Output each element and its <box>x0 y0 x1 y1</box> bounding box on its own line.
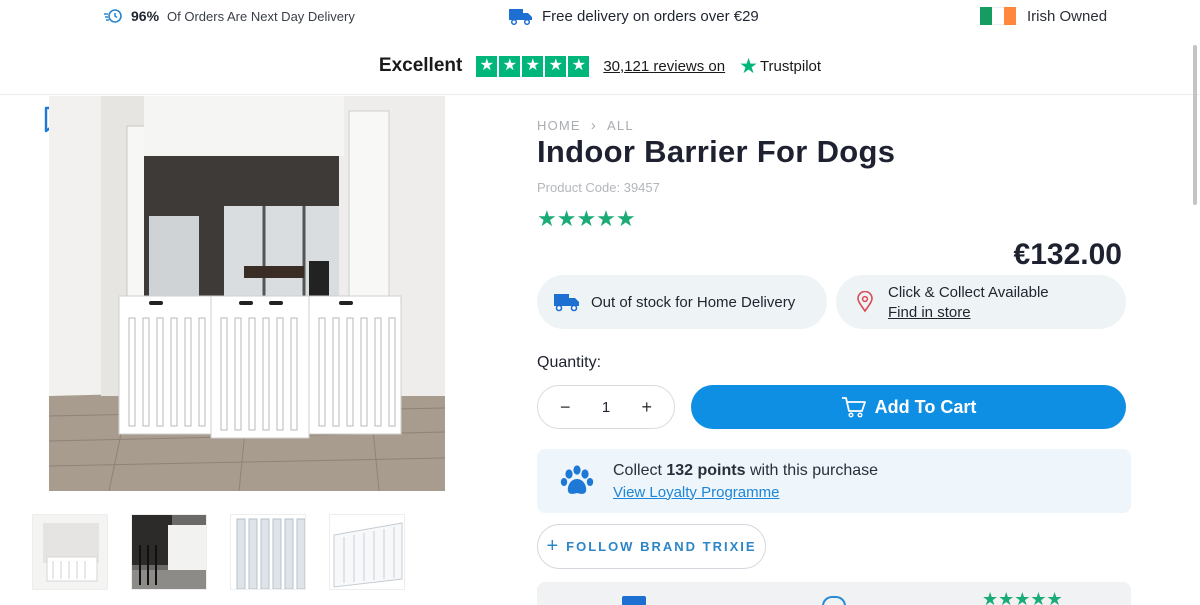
next-day-text: Of Orders Are Next Day Delivery <box>167 8 355 24</box>
truck-icon <box>509 9 532 25</box>
add-to-cart-label: Add To Cart <box>874 396 977 417</box>
location-pin-icon <box>857 291 873 313</box>
find-in-store-link[interactable]: Find in store <box>888 304 1049 321</box>
truck-icon <box>622 596 646 605</box>
loyalty-suffix: with this purchase <box>749 461 879 479</box>
trustpilot-widget[interactable]: Excellent ★ ★ ★ ★ ★ 30,121 reviews on ★ … <box>0 50 1200 82</box>
trustpilot-stars: ★ ★ ★ ★ ★ <box>476 55 590 77</box>
home-delivery-text: Out of stock for Home Delivery <box>591 293 796 311</box>
trustpilot-logo[interactable]: ★ Trustpilot <box>739 56 821 77</box>
follow-brand-label: FOLLOW BRAND TRIXIE <box>566 539 757 554</box>
quantity-value[interactable]: 1 <box>602 399 610 416</box>
truck-icon <box>554 294 579 312</box>
header-divider <box>0 94 1200 95</box>
irish-owned-info: Irish Owned <box>980 5 1107 27</box>
star-icon: ★ <box>499 55 521 77</box>
product-main-image[interactable] <box>49 96 445 491</box>
click-collect-status: Click & Collect Available Find in store <box>836 275 1126 329</box>
clock-delivery-icon <box>104 9 122 23</box>
loyalty-points: 132 points <box>666 461 746 479</box>
clock-icon <box>822 596 846 605</box>
free-delivery-info: Free delivery on orders over €29 <box>508 5 759 27</box>
product-price: €132.00 <box>1013 238 1122 271</box>
product-code: Product Code: 39457 <box>537 180 660 195</box>
page-scrollbar[interactable] <box>1193 45 1197 205</box>
thumbnail-photo <box>231 515 305 589</box>
irish-flag-icon <box>980 7 1016 25</box>
trustpilot-reviews-link[interactable]: 30,121 reviews on <box>603 58 725 75</box>
reviews-count: 30,121 <box>603 57 650 75</box>
cart-icon <box>841 397 866 418</box>
free-delivery-text: Free delivery on orders over €29 <box>542 7 759 25</box>
thumbnail-photo <box>33 515 107 589</box>
product-rating-stars[interactable]: ★★★★★ <box>537 208 636 230</box>
click-collect-title: Click & Collect Available <box>888 283 1049 301</box>
add-to-cart-button[interactable]: Add To Cart <box>691 385 1126 429</box>
chevron-right-icon: › <box>590 117 598 134</box>
dog-barrier-photo <box>49 96 445 491</box>
reviews-suffix: reviews on <box>653 57 726 75</box>
thumbnail-photo <box>132 515 206 589</box>
product-thumbnail-1[interactable] <box>32 514 108 590</box>
quantity-stepper: − 1 + <box>537 385 675 429</box>
next-day-percent: 96% <box>131 8 160 24</box>
loyalty-points-text: Collect 132 points with this purchase <box>613 462 878 480</box>
breadcrumb-all[interactable]: ALL <box>607 118 634 133</box>
product-thumbnail-3[interactable] <box>230 514 306 590</box>
breadcrumb-home[interactable]: HOME <box>537 118 581 133</box>
view-loyalty-link[interactable]: View Loyalty Programme <box>613 484 878 501</box>
plus-icon: + <box>546 535 559 557</box>
breadcrumb: HOME › ALL <box>537 117 634 134</box>
follow-brand-button[interactable]: + FOLLOW BRAND TRIXIE <box>537 524 766 569</box>
star-icon: ★ <box>545 55 567 77</box>
features-rating-stars: ★★★★★ <box>982 589 1063 605</box>
quantity-decrease-button[interactable]: − <box>560 397 571 418</box>
quantity-label: Quantity: <box>537 354 602 371</box>
top-info-bar: 96% Of Orders Are Next Day Delivery Free… <box>0 0 1200 34</box>
thumbnail-photo <box>330 515 404 589</box>
next-day-delivery-info: 96% Of Orders Are Next Day Delivery <box>103 5 355 27</box>
product-thumbnail-2[interactable] <box>131 514 207 590</box>
trustpilot-star-icon: ★ <box>739 54 758 78</box>
product-thumbnail-4[interactable] <box>329 514 405 590</box>
star-icon: ★ <box>522 55 544 77</box>
home-delivery-status: Out of stock for Home Delivery <box>537 275 827 329</box>
product-title: Indoor Barrier For Dogs <box>537 134 896 169</box>
loyalty-banner: Collect 132 points with this purchase Vi… <box>537 449 1131 513</box>
paw-icon <box>560 465 594 494</box>
star-icon: ★ <box>568 55 590 77</box>
loyalty-prefix: Collect <box>613 461 662 479</box>
star-icon: ★ <box>476 55 498 77</box>
quantity-increase-button[interactable]: + <box>641 397 652 418</box>
irish-owned-text: Irish Owned <box>1027 7 1108 25</box>
trustpilot-rating-word: Excellent <box>378 55 463 76</box>
trustpilot-brand: Trustpilot <box>759 57 822 75</box>
